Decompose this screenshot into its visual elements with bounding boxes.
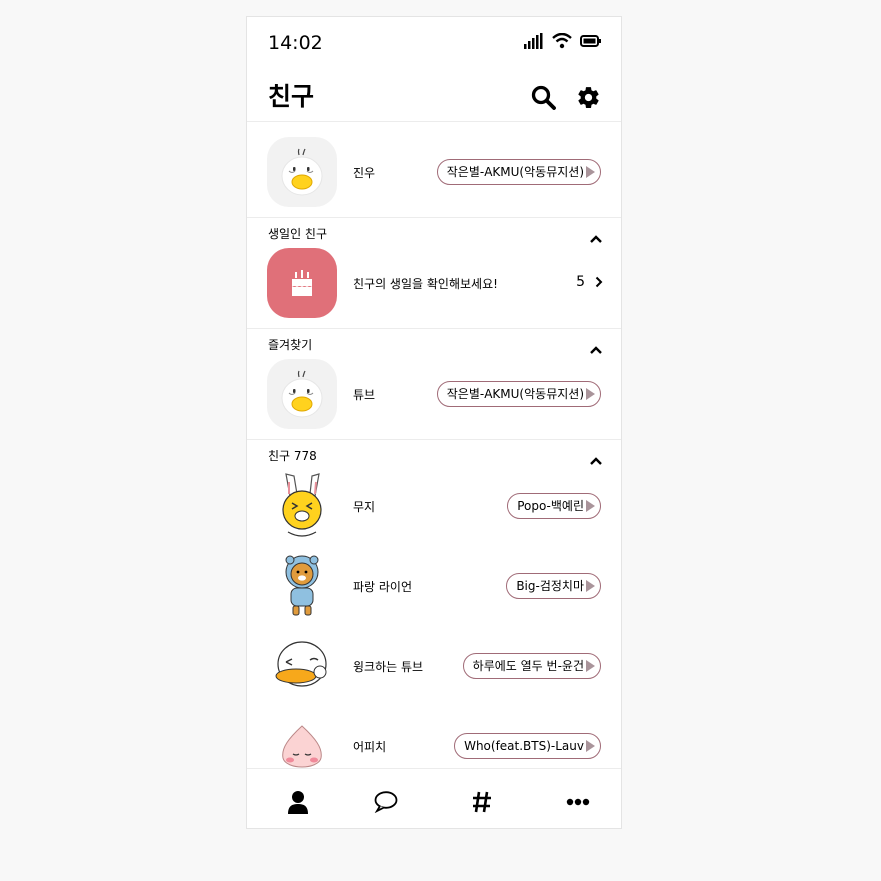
tab-chats[interactable] <box>373 789 399 815</box>
search-icon[interactable] <box>531 85 556 110</box>
friend-music-button[interactable]: Who(feat.BTS)-Lauv <box>454 733 601 759</box>
phone-frame: 14:02 친구 진우 작은별-AKMU(악동뮤지션) 생일인 친구 친구의 생… <box>246 16 622 829</box>
divider <box>247 328 621 329</box>
friend-music-button[interactable]: Big-검정치마 <box>506 573 601 599</box>
birthday-row[interactable]: 친구의 생일을 확인해보세요! 5 <box>247 248 621 320</box>
gear-icon[interactable] <box>576 85 601 110</box>
friend-row[interactable]: 파랑 라이언 Big-검정치마 <box>247 551 621 623</box>
favorite-row[interactable]: 튜브 작은별-AKMU(악동뮤지션) <box>247 359 621 431</box>
profile-music-button[interactable]: 작은별-AKMU(악동뮤지션) <box>436 159 601 185</box>
friend-row[interactable]: 윙크하는 튜브 하루에도 열두 번-윤건 <box>247 631 621 703</box>
status-bar: 14:02 <box>247 17 621 69</box>
friend-music-button[interactable]: 작은별-AKMU(악동뮤지션) <box>436 381 601 407</box>
tab-friends[interactable] <box>285 789 311 815</box>
chevron-up-icon[interactable] <box>589 343 603 357</box>
divider <box>247 439 621 440</box>
header-actions <box>531 85 601 110</box>
tube-avatar-icon <box>281 148 323 196</box>
avatar <box>267 631 337 701</box>
friend-row[interactable]: 무지 Popo-백예린 <box>247 471 621 543</box>
favorites-section-label: 즐겨찾기 <box>268 338 313 352</box>
divider <box>247 217 621 218</box>
tab-more[interactable] <box>565 789 591 815</box>
friend-music-button[interactable]: 하루에도 열두 번-윤건 <box>462 653 601 679</box>
winking-tube-avatar-icon <box>275 641 327 687</box>
tab-hashtag[interactable] <box>469 789 495 815</box>
birthday-text: 친구의 생일을 확인해보세요! <box>353 277 498 291</box>
friend-music-button[interactable]: Popo-백예린 <box>507 493 601 519</box>
friend-name: 무지 <box>353 500 376 514</box>
chevron-right-icon[interactable] <box>595 276 603 288</box>
friends-section-label: 친구 778 <box>268 449 317 463</box>
header-divider <box>247 121 621 122</box>
person-icon <box>288 791 308 814</box>
status-time: 14:02 <box>268 32 323 54</box>
friend-name: 어피치 <box>353 740 387 754</box>
avatar <box>267 137 337 207</box>
avatar <box>267 471 337 541</box>
cake-icon <box>292 270 312 296</box>
more-icon <box>566 798 590 806</box>
friend-name: 윙크하는 튜브 <box>353 660 424 674</box>
chevron-up-icon[interactable] <box>589 454 603 468</box>
ryan-avatar-icon <box>285 555 319 616</box>
signal-icon <box>524 33 543 49</box>
avatar <box>267 551 337 621</box>
status-icons <box>524 33 601 49</box>
chat-bubble-icon <box>374 791 398 813</box>
friend-name: 튜브 <box>353 388 376 402</box>
friend-name: 파랑 라이언 <box>353 580 413 594</box>
profile-name: 진우 <box>353 166 376 180</box>
birthday-count: 5 <box>576 274 585 290</box>
tube-avatar-icon <box>281 370 323 418</box>
page-title: 친구 <box>268 82 315 111</box>
birthday-section-label: 생일인 친구 <box>268 227 328 241</box>
battery-icon <box>580 35 601 47</box>
avatar <box>267 359 337 429</box>
chevron-up-icon[interactable] <box>589 232 603 246</box>
muzi-avatar-icon <box>282 473 322 537</box>
birthday-avatar <box>267 248 337 318</box>
apeach-avatar-icon <box>282 725 322 768</box>
bottom-tab-bar <box>247 768 621 828</box>
my-profile-row[interactable]: 진우 작은별-AKMU(악동뮤지션) <box>247 137 621 209</box>
wifi-icon <box>552 33 572 49</box>
hashtag-icon <box>473 791 491 813</box>
